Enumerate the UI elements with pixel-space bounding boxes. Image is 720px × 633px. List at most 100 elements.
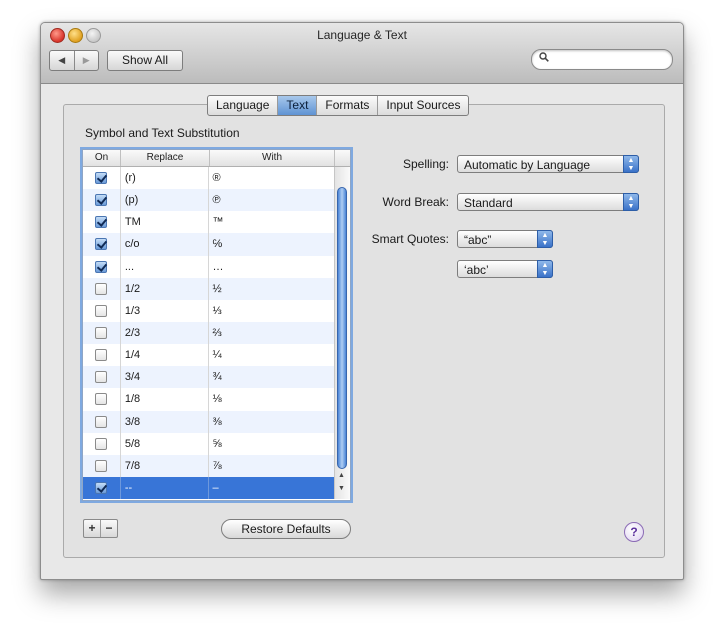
cell-replace[interactable]: TM [121,211,209,234]
cell-on [83,388,121,411]
cell-with[interactable]: ® [209,167,336,189]
show-all-button[interactable]: Show All [107,50,183,71]
table-row[interactable]: 1/3 ⅓ [83,299,336,322]
enable-checkbox[interactable] [95,304,108,317]
table-row[interactable]: 5/8 ⅝ [83,432,336,455]
table-row[interactable]: -- – [83,476,336,500]
forward-button[interactable]: ▶ [75,51,99,70]
scrollbar-thumb[interactable] [337,187,347,469]
table-row[interactable]: 1/8 ⅛ [83,388,336,411]
cell-replace[interactable]: ... [121,255,209,278]
search-field[interactable] [531,49,673,70]
help-button[interactable]: ? [624,522,644,542]
cell-with[interactable]: ℅ [209,233,336,255]
cell-with[interactable]: ¼ [209,344,336,366]
cell-with[interactable]: ℗ [209,189,336,211]
tab-formats[interactable]: Formats [317,96,379,115]
spelling-label: Spelling: [402,157,449,171]
title-bar: Language & Text ◀ ▶ Show All [41,23,683,84]
cell-with[interactable]: ⅜ [209,411,336,433]
add-button[interactable]: + [84,520,101,537]
table-row[interactable]: 3/8 ⅜ [83,410,336,433]
tab-text[interactable]: Text [278,96,318,115]
cell-on [83,366,121,389]
enable-checkbox[interactable] [95,327,108,340]
back-button[interactable]: ◀ [50,51,75,70]
table-row[interactable]: TM ™ [83,211,336,234]
restore-defaults-button[interactable]: Restore Defaults [221,519,351,539]
cell-with[interactable]: ⅝ [209,433,336,455]
spelling-popup[interactable]: Automatic by Language ▲ ▼ [457,155,639,173]
updown-arrows-icon: ▲ ▼ [537,230,553,248]
cell-replace[interactable]: 1/8 [121,388,209,411]
cell-replace[interactable]: 2/3 [121,321,209,345]
cell-replace[interactable]: 1/2 [121,277,209,300]
single-quotes-popup[interactable]: ‘abc’ ▲ ▼ [457,260,553,278]
search-input[interactable] [554,51,668,69]
updown-arrows-icon: ▲ ▼ [623,193,639,211]
column-header-replace[interactable]: Replace [121,150,210,166]
cell-replace[interactable]: 3/8 [121,410,209,433]
table-row[interactable]: 7/8 ⅞ [83,454,336,477]
cell-on [83,167,121,190]
cell-replace[interactable]: (r) [121,167,209,190]
cell-replace[interactable]: (p) [121,189,209,212]
cell-replace[interactable]: 3/4 [121,366,209,389]
cell-replace[interactable]: c/o [121,233,209,256]
substitution-table[interactable]: On Replace With (r) ® (p) ℗ TM ™ c/o ℅...… 1/2 ½ 1… [82,149,351,501]
cell-with[interactable]: ™ [209,211,336,233]
updown-arrows-icon: ▲ ▼ [537,260,553,278]
table-row[interactable]: c/o ℅ [83,233,336,256]
cell-with[interactable]: ⅞ [209,455,336,477]
table-row[interactable]: 1/4 ¼ [83,344,336,367]
enable-checkbox[interactable] [95,437,108,450]
cell-with[interactable]: – [209,477,336,499]
cell-with[interactable]: ⅓ [209,300,336,322]
cell-with[interactable]: ¾ [209,366,336,388]
enable-checkbox[interactable] [95,194,108,207]
double-quotes-popup[interactable]: “abc” ▲ ▼ [457,230,553,248]
window-title: Language & Text [317,28,407,42]
enable-checkbox[interactable] [95,349,108,362]
double-quotes-value: “abc” [464,233,492,247]
cell-replace[interactable]: 7/8 [121,454,209,477]
enable-checkbox[interactable] [95,371,108,384]
enable-checkbox[interactable] [95,238,108,251]
cell-with[interactable]: ½ [209,278,336,300]
table-row[interactable]: (r) ® [83,167,336,190]
tab-input-sources[interactable]: Input Sources [378,96,468,115]
scroll-up-arrow-icon[interactable]: ▲ [338,472,345,479]
enable-checkbox[interactable] [95,216,108,229]
cell-on [83,233,121,256]
table-scrollbar[interactable]: ▲ ▼ [334,167,350,499]
cell-with[interactable]: ⅛ [209,388,336,410]
table-row[interactable]: 2/3 ⅔ [83,321,336,345]
cell-replace[interactable]: 1/3 [121,299,209,322]
scroll-down-arrow-icon[interactable]: ▼ [338,485,345,492]
column-header-on[interactable]: On [83,150,121,166]
table-row[interactable]: ...… [83,255,336,278]
table-row[interactable]: 1/2 ½ [83,277,336,300]
cell-on [83,344,121,367]
cell-replace[interactable]: 5/8 [121,432,209,455]
spelling-value: Automatic by Language [464,158,591,172]
column-header-with[interactable]: With [210,150,335,166]
enable-checkbox[interactable] [95,172,108,185]
cell-replace[interactable]: 1/4 [121,344,209,367]
enable-checkbox[interactable] [95,393,108,406]
table-row[interactable]: 3/4 ¾ [83,366,336,389]
enable-checkbox[interactable] [95,282,108,295]
enable-checkbox[interactable] [95,459,108,472]
remove-button[interactable]: − [101,520,117,537]
cell-replace[interactable]: -- [121,476,209,500]
enable-checkbox[interactable] [95,260,108,273]
table-row[interactable]: (p) ℗ [83,189,336,212]
cell-with[interactable]: … [209,256,336,278]
enable-checkbox[interactable] [95,482,108,495]
tab-bar: Language Text Formats Input Sources [207,95,470,116]
word-break-popup[interactable]: Standard ▲ ▼ [457,193,639,211]
cell-on [83,277,121,300]
tab-language[interactable]: Language [208,96,279,115]
enable-checkbox[interactable] [95,415,108,428]
cell-with[interactable]: ⅔ [209,322,336,344]
